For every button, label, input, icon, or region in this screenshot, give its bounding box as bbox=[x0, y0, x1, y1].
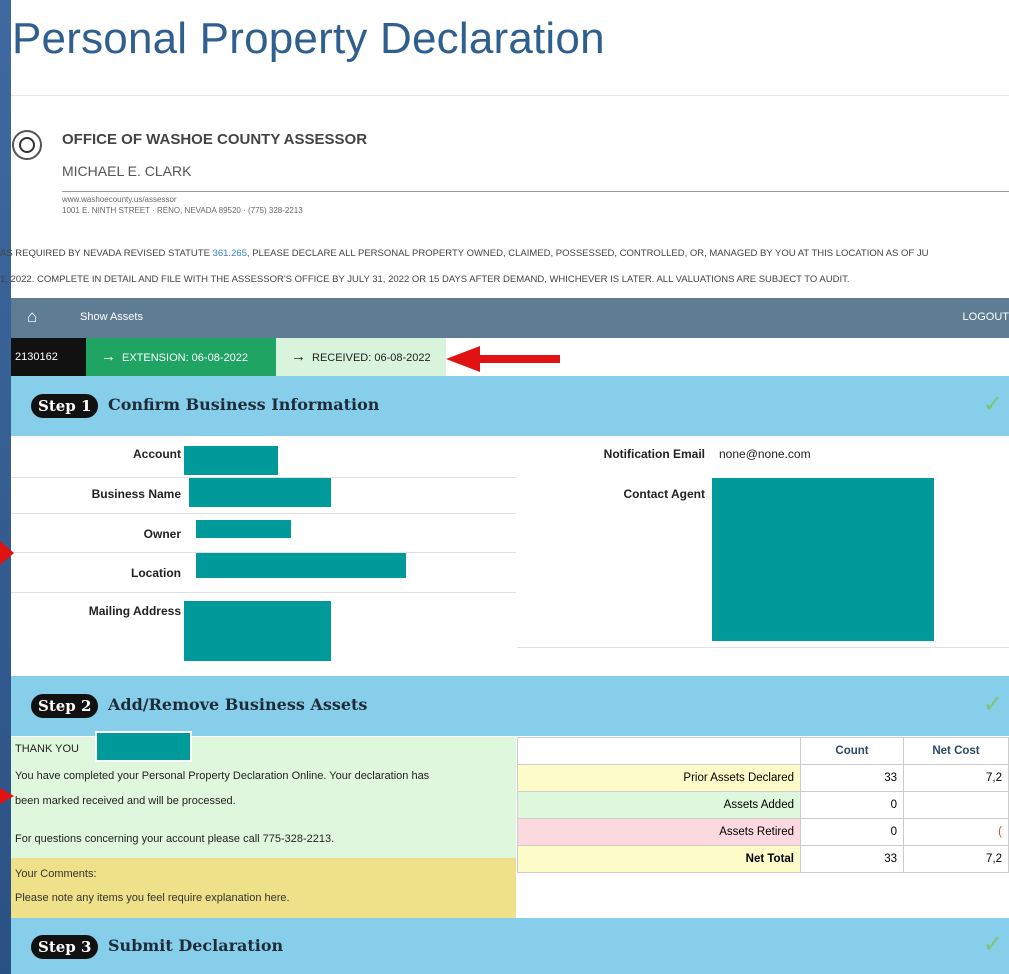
row-count: 33 bbox=[800, 845, 904, 873]
notification-email-value: none@none.com bbox=[719, 447, 811, 461]
annotation-arrow-icon bbox=[0, 541, 14, 565]
row-label: Assets Added bbox=[517, 791, 801, 819]
checkmark-icon: ✓ bbox=[982, 690, 1003, 718]
row-divider bbox=[11, 592, 516, 593]
table-row: Assets Retired 0 ( bbox=[517, 818, 1009, 846]
top-nav: ⌂ Show Assets LOGOUT bbox=[11, 298, 1009, 338]
statute-text-1: AS REQUIRED BY NEVADA REVISED STATUTE bbox=[0, 248, 213, 259]
office-divider bbox=[62, 191, 1009, 192]
assets-section: THANK YOU You have completed your Person… bbox=[11, 731, 1009, 920]
statute-text-2: , PLEASE DECLARE ALL PERSONAL PROPERTY O… bbox=[246, 248, 929, 259]
owner-value-redacted bbox=[196, 520, 291, 538]
statute-notice: AS REQUIRED BY NEVADA REVISED STATUTE 36… bbox=[0, 241, 1009, 293]
location-value-redacted bbox=[196, 553, 406, 578]
page-title: Personal Property Declaration bbox=[12, 14, 605, 63]
recipient-redacted bbox=[95, 731, 192, 762]
home-icon[interactable]: ⌂ bbox=[27, 308, 45, 326]
received-status: → RECEIVED: 06-08-2022 bbox=[276, 338, 446, 376]
business-name-redacted bbox=[189, 478, 331, 507]
row-count: 0 bbox=[800, 818, 904, 846]
owner-label: Owner bbox=[143, 527, 181, 541]
business-name-label: Business Name bbox=[91, 487, 181, 501]
account-label: Account bbox=[133, 447, 181, 461]
row-net-cost: 7,2 bbox=[903, 764, 1009, 792]
mailing-address-redacted bbox=[184, 601, 331, 661]
extension-label: EXTENSION: 06-08-2022 bbox=[122, 352, 248, 364]
comments-label: Your Comments: bbox=[15, 868, 97, 880]
notification-email-label: Notification Email bbox=[603, 447, 705, 461]
row-net-cost bbox=[903, 791, 1009, 819]
assessor-name: MICHAEL E. CLARK bbox=[62, 163, 192, 179]
statute-text-3: 1, 2022. COMPLETE IN DETAIL AND FILE WIT… bbox=[0, 274, 850, 285]
row-divider bbox=[11, 513, 516, 514]
table-header-count: Count bbox=[800, 737, 904, 765]
arrow-right-icon: → bbox=[291, 348, 306, 365]
account-number: 2130162 bbox=[11, 338, 86, 376]
checkmark-icon: ✓ bbox=[982, 930, 1003, 958]
comments-placeholder[interactable]: Please note any items you feel require e… bbox=[15, 892, 290, 904]
table-header-blank bbox=[517, 737, 801, 765]
received-label: RECEIVED: 06-08-2022 bbox=[312, 352, 431, 364]
step-1-title: Confirm Business Information bbox=[108, 395, 380, 414]
office-name: OFFICE OF WASHOE COUNTY ASSESSOR bbox=[62, 131, 368, 148]
statute-link[interactable]: 361.265 bbox=[213, 248, 247, 259]
county-seal-icon bbox=[12, 130, 42, 160]
mailing-address-label: Mailing Address bbox=[88, 604, 181, 618]
office-url[interactable]: www.washoecounty.us/assessor bbox=[62, 195, 177, 204]
table-row: Net Total 33 7,2 bbox=[517, 845, 1009, 873]
step-2-header[interactable]: Step 2 Add/Remove Business Assets ✓ bbox=[11, 676, 1009, 736]
row-divider bbox=[517, 647, 1009, 648]
step-3-header[interactable]: Step 3 Submit Declaration ✓ bbox=[11, 918, 1009, 974]
row-net-cost: 7,2 bbox=[903, 845, 1009, 873]
row-count: 33 bbox=[800, 764, 904, 792]
location-label: Location bbox=[131, 566, 181, 580]
office-address: 1001 E. NINTH STREET · RENO, NEVADA 8952… bbox=[62, 206, 303, 215]
table-row: Prior Assets Declared 33 7,2 bbox=[517, 764, 1009, 792]
table-header-net-cost: Net Cost bbox=[903, 737, 1009, 765]
checkmark-icon: ✓ bbox=[982, 390, 1003, 418]
table-row: Assets Added 0 bbox=[517, 791, 1009, 819]
slide-gutter bbox=[0, 0, 11, 974]
row-count: 0 bbox=[800, 791, 904, 819]
thank-you-message-1: You have completed your Personal Propert… bbox=[15, 770, 430, 782]
step-2-title: Add/Remove Business Assets bbox=[108, 695, 368, 714]
thank-you-heading: THANK YOU bbox=[15, 743, 79, 755]
step-1-pill: Step 1 bbox=[31, 394, 99, 418]
step-3-title: Submit Declaration bbox=[108, 936, 284, 955]
arrow-right-icon: → bbox=[101, 348, 116, 365]
contact-agent-redacted bbox=[712, 478, 934, 641]
business-info: Account Business Name Owner Location Mai… bbox=[11, 436, 1009, 676]
row-net-cost: ( bbox=[903, 818, 1009, 846]
row-label: Assets Retired bbox=[517, 818, 801, 846]
comments-panel[interactable]: Your Comments: Please note any items you… bbox=[11, 858, 516, 920]
extension-status: → EXTENSION: 06-08-2022 bbox=[86, 338, 276, 376]
account-value-redacted bbox=[184, 446, 278, 475]
title-divider bbox=[11, 95, 1009, 96]
annotation-arrow-icon bbox=[0, 788, 14, 804]
step-2-pill: Step 2 bbox=[31, 694, 99, 718]
contact-phone-text: For questions concerning your account pl… bbox=[15, 833, 335, 845]
table-header-row: Count Net Cost bbox=[517, 737, 1009, 765]
declaration-screen: Personal Property Declaration OFFICE OF … bbox=[0, 0, 1009, 974]
row-label: Prior Assets Declared bbox=[517, 764, 801, 792]
thank-you-panel: THANK YOU You have completed your Person… bbox=[11, 731, 516, 858]
annotation-arrow-icon bbox=[446, 346, 560, 372]
show-assets-link[interactable]: Show Assets bbox=[80, 311, 143, 323]
step-1-header[interactable]: Step 1 Confirm Business Information ✓ bbox=[11, 376, 1009, 436]
row-label: Net Total bbox=[517, 845, 801, 873]
contact-agent-label: Contact Agent bbox=[623, 487, 705, 501]
logout-link[interactable]: LOGOUT bbox=[963, 311, 1009, 323]
step-3-pill: Step 3 bbox=[31, 935, 99, 959]
assets-summary-table: Count Net Cost Prior Assets Declared 33 … bbox=[517, 737, 1009, 873]
thank-you-message-2: been marked received and will be process… bbox=[15, 795, 236, 807]
